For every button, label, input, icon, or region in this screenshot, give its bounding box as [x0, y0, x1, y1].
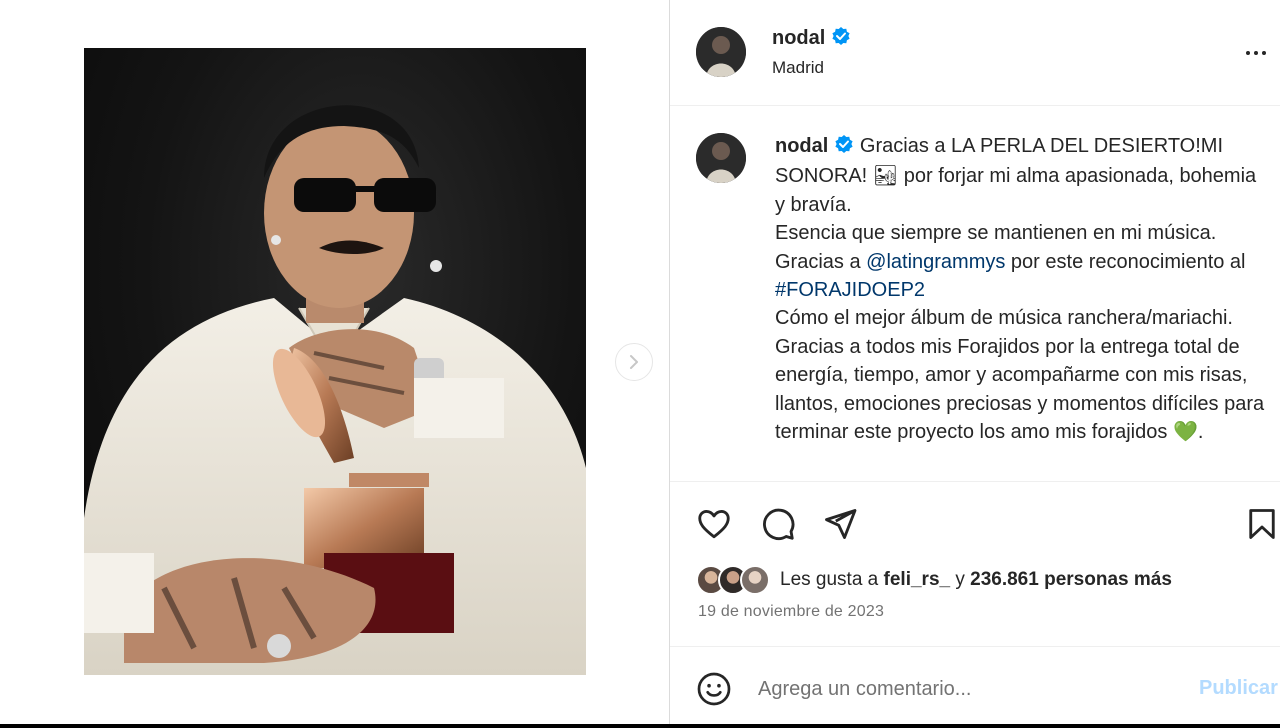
emoji-picker-button[interactable] [696, 671, 732, 707]
caption-text-line4-end: . [1197, 421, 1204, 444]
caption-text-line2: Esencia que siempre se mantienen en mi m… [775, 222, 1217, 245]
green-heart-emoji: 💚 [1172, 421, 1198, 444]
bottom-edge-bar [0, 724, 1280, 728]
verified-badge-icon [831, 26, 851, 51]
publish-comment-button[interactable]: Publicar [1199, 677, 1278, 700]
mention-link[interactable]: @latingrammys [866, 251, 1005, 273]
post-details-pane: nodal Madrid nodal Gracias a LA PERLA DE… [670, 0, 1280, 724]
post-date[interactable]: 19 de noviembre de 2023 [698, 603, 884, 621]
save-button[interactable] [1242, 504, 1280, 544]
caption-text-line3-post: por este reconocimiento al [1005, 250, 1246, 273]
comment-input[interactable] [758, 671, 1178, 707]
instagram-post-view: nodal Madrid nodal Gracias a LA PERLA DE… [0, 0, 1280, 724]
caption-area[interactable]: nodal Gracias a LA PERLA DEL DESIERTO!MI… [670, 106, 1280, 482]
author-username[interactable]: nodal [772, 27, 825, 50]
author-name-row: nodal [772, 26, 851, 51]
likes-summary[interactable]: Les gusta a feli_rs_ y 236.861 personas … [696, 563, 1172, 597]
comment-bar: Publicar [670, 646, 1280, 724]
more-options-dot [1262, 51, 1266, 55]
likes-count[interactable]: 236.861 personas más [970, 569, 1172, 590]
avatar-image [696, 27, 746, 77]
post-actions [670, 482, 1280, 562]
share-button[interactable] [820, 504, 860, 544]
avatar-image [696, 133, 746, 183]
heart-icon [698, 509, 730, 539]
post-location[interactable]: Madrid [772, 58, 824, 78]
post-header: nodal Madrid [670, 0, 1280, 106]
more-options-button[interactable] [1236, 38, 1276, 68]
comment-bubble-icon [763, 508, 795, 540]
smiley-icon [697, 672, 731, 706]
more-options-icon [1246, 51, 1250, 55]
post-caption: nodal Gracias a LA PERLA DEL DESIERTO!MI… [775, 132, 1270, 446]
liker-avatar [740, 565, 770, 595]
author-avatar[interactable] [696, 27, 746, 77]
comment-button[interactable] [758, 504, 798, 544]
next-media-button[interactable] [615, 343, 653, 381]
bookmark-icon [1249, 509, 1275, 539]
likes-text: Les gusta a feli_rs_ y 236.861 personas … [780, 569, 1172, 591]
post-photo[interactable] [84, 48, 586, 675]
liker-username[interactable]: feli_rs_ [884, 569, 951, 590]
paper-plane-icon [825, 509, 857, 539]
desert-emoji: 🏜 [872, 165, 899, 188]
like-button[interactable] [694, 504, 734, 544]
caption-author-avatar[interactable] [696, 133, 746, 183]
post-photo-illustration [84, 105, 586, 675]
hashtag-link[interactable]: #FORAJIDOEP2 [775, 279, 925, 301]
caption-username[interactable]: nodal [775, 135, 828, 157]
caption-text-line3-pre: Gracias a [775, 250, 867, 273]
liker-avatars [696, 565, 776, 595]
chevron-right-icon [630, 355, 638, 369]
verified-badge-icon [834, 134, 854, 162]
likes-prefix: Les gusta a [780, 569, 884, 590]
likes-connector: y [950, 569, 971, 590]
more-options-dot [1254, 51, 1258, 55]
media-pane [0, 0, 670, 724]
